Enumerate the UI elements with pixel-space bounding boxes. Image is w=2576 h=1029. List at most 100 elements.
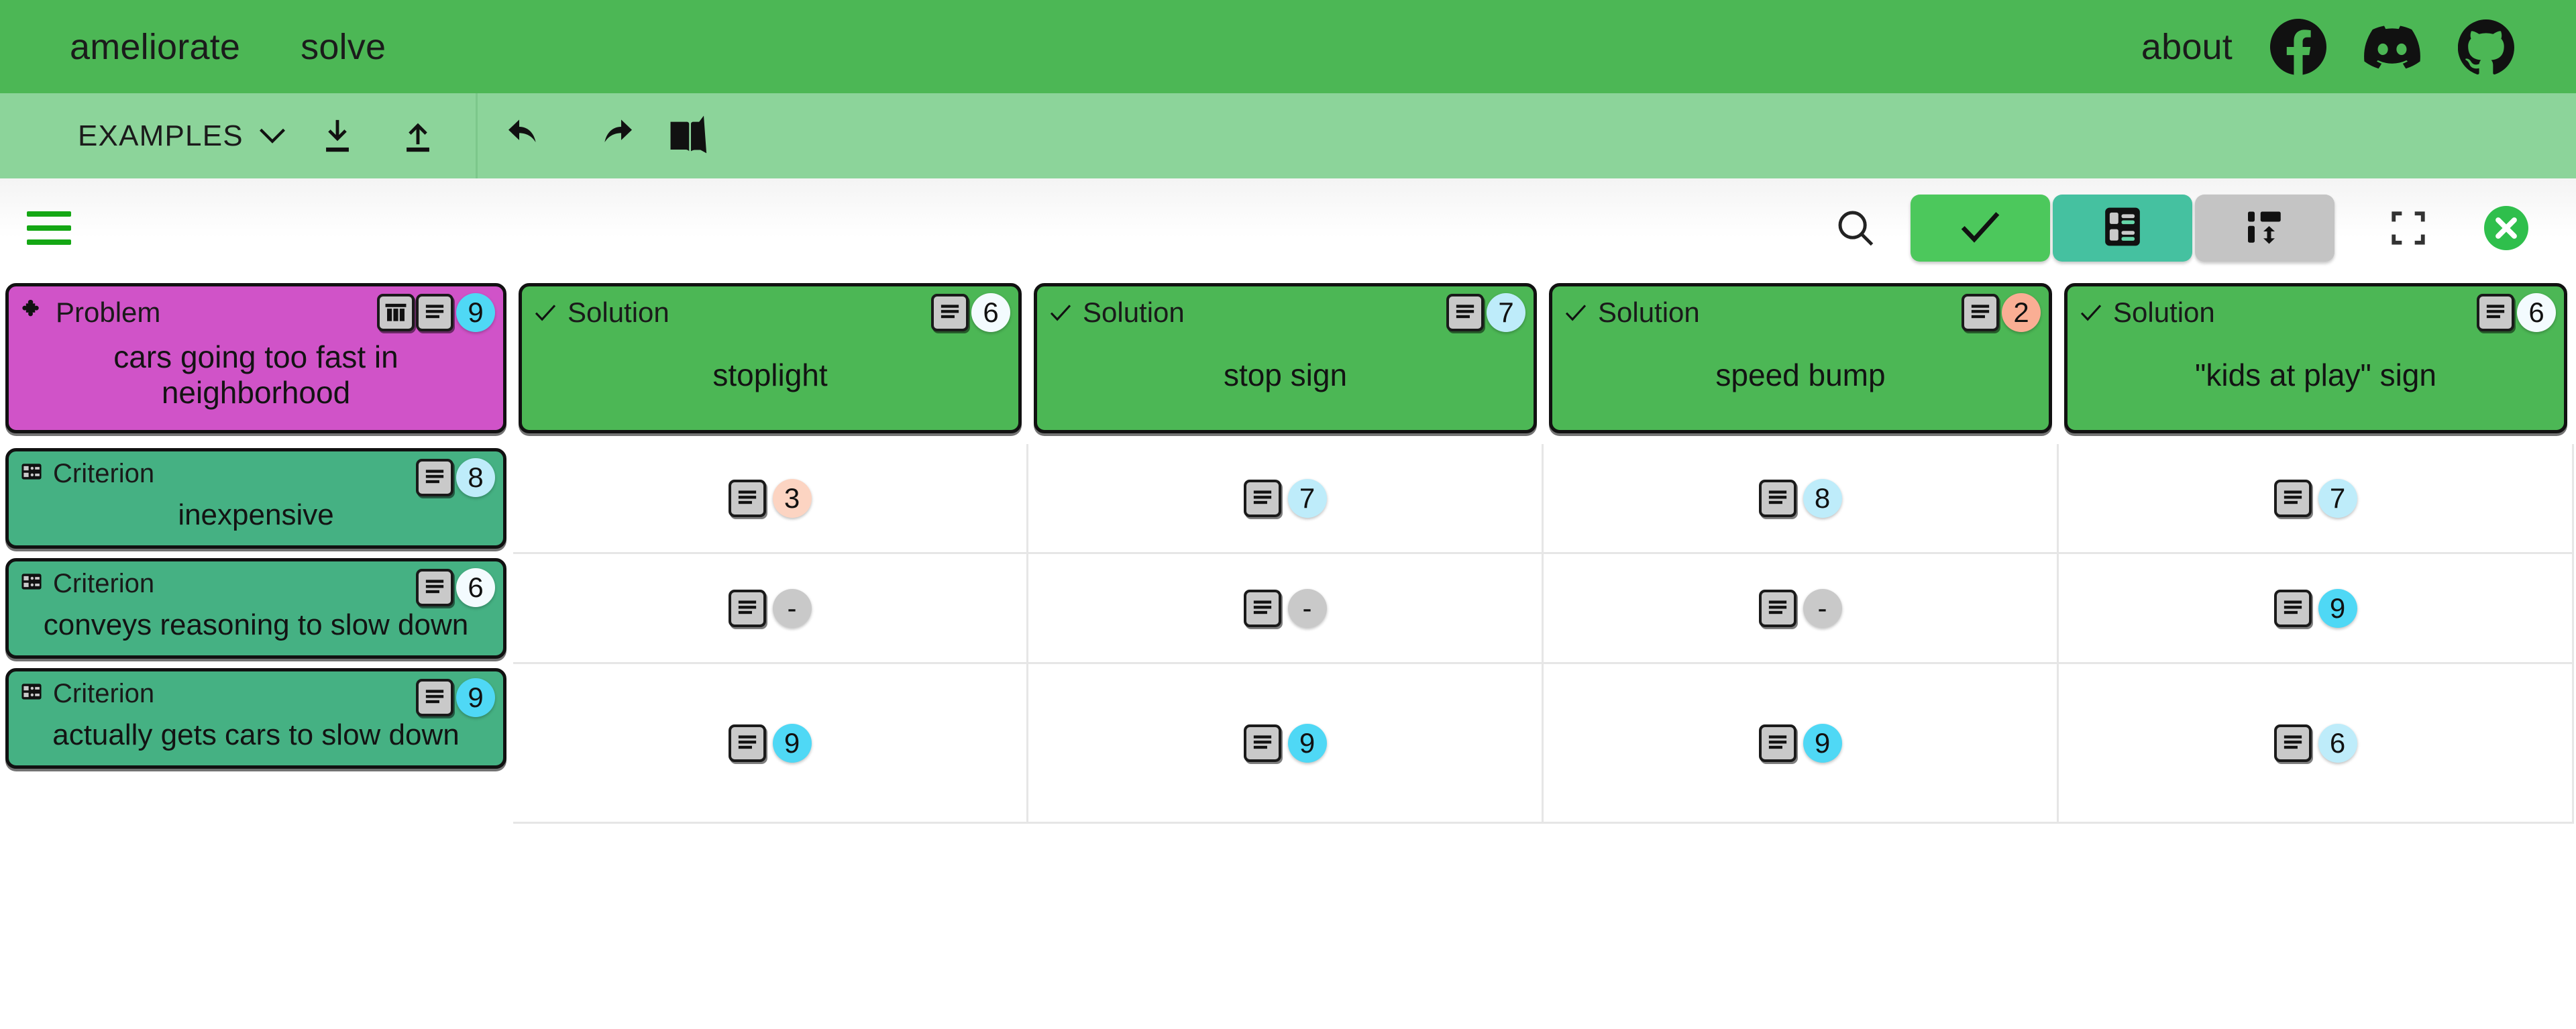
details-list-icon[interactable] [2273,589,2312,627]
solution-card[interactable]: Solution speed bump 2 [1549,283,2052,433]
hamburger-line [27,239,71,245]
search-icon[interactable] [1823,196,1888,260]
github-icon[interactable] [2457,19,2514,75]
score-cell[interactable]: 7 [2059,444,2574,554]
score-badge[interactable]: 9 [2318,588,2357,628]
details-list-icon[interactable] [2477,294,2514,331]
details-list-icon[interactable] [1758,724,1796,762]
nav-link-ameliorate[interactable]: ameliorate [70,26,240,68]
details-list-icon[interactable] [1243,479,1281,517]
details-list-icon[interactable] [1243,724,1281,762]
table-layout-icon [2103,206,2142,251]
criterion-score-badge[interactable]: 8 [456,458,495,497]
discord-icon[interactable] [2364,19,2420,75]
details-list-icon[interactable] [728,724,766,762]
flow-view-toggle[interactable] [2195,195,2334,262]
details-list-icon[interactable] [2273,724,2312,762]
score-cell[interactable]: 9 [1028,664,1544,824]
score-badge[interactable]: 7 [1287,478,1327,518]
criterion-card-actions: 6 [416,568,495,607]
undo-icon[interactable] [490,103,570,170]
fullscreen-icon[interactable] [2375,195,2442,262]
check-icon [1960,208,2001,249]
details-list-icon[interactable] [416,679,453,716]
criterion-score-badge[interactable]: 6 [456,568,495,607]
score-badge[interactable]: 8 [1803,478,1842,518]
details-list-icon[interactable] [2273,479,2312,517]
details-list-icon[interactable] [931,294,969,331]
chevron-down-icon [258,119,286,153]
solution-card[interactable]: Solution "kids at play" sign 6 [2064,283,2567,433]
nav-link-about[interactable]: about [2141,26,2233,68]
score-cell[interactable]: - [1544,554,2059,664]
upload-icon[interactable] [378,103,458,170]
criterion-score-badge[interactable]: 9 [456,678,495,717]
score-cell[interactable]: - [1028,554,1544,664]
criterion-card[interactable]: Criterion conveys reasoning to slow down… [5,558,506,659]
solution-score-badge[interactable]: 6 [2517,293,2556,332]
details-list-icon[interactable] [1446,294,1484,331]
details-list-icon[interactable] [1758,589,1796,627]
table-view-toggle[interactable] [2053,195,2192,262]
facebook-icon[interactable] [2270,18,2326,75]
details-list-icon[interactable] [416,569,453,606]
score-badge[interactable]: 3 [772,478,812,518]
checkmark-toggle[interactable] [1911,195,2050,262]
table-columns-icon[interactable] [377,294,415,331]
hamburger-menu-icon[interactable] [20,199,78,257]
criterion-type-label: Criterion [53,568,155,598]
score-cell[interactable]: 8 [1544,444,2059,554]
score-cell[interactable]: 9 [2059,554,2574,664]
score-cell[interactable]: 7 [1028,444,1544,554]
score-badge[interactable]: 9 [1803,723,1842,763]
score-badge[interactable]: - [1803,588,1842,628]
download-icon[interactable] [297,103,378,170]
puzzle-piece-icon [21,296,45,329]
score-cell-content: 7 [2273,478,2357,518]
solution-score-badge[interactable]: 7 [1487,293,1525,332]
problem-card[interactable]: Problem cars going too fast in neighborh… [5,283,506,433]
solution-card[interactable]: Solution stop sign 7 [1034,283,1537,433]
details-list-icon[interactable] [728,479,766,517]
criterion-grid-icon [21,569,42,599]
score-badge[interactable]: 6 [2318,723,2357,763]
score-badge[interactable]: - [1287,588,1327,628]
score-badge[interactable]: 9 [772,723,812,763]
details-list-icon[interactable] [1758,479,1796,517]
view-control-actions [1823,195,2540,262]
score-badge[interactable]: - [772,588,812,628]
solution-score-badge[interactable]: 2 [2002,293,2041,332]
solution-header-cell: Solution stop sign 7 [1028,278,1544,444]
solution-score-badge[interactable]: 6 [971,293,1010,332]
criterion-card[interactable]: Criterion inexpensive 8 [5,448,506,549]
details-list-icon[interactable] [1243,589,1281,627]
score-cell[interactable]: 3 [513,444,1028,554]
details-list-icon[interactable] [416,459,453,496]
solution-card[interactable]: Solution stoplight 6 [519,283,1022,433]
nav-right-group: about [2141,18,2576,75]
score-cell-content: 7 [1243,478,1327,518]
criterion-card[interactable]: Criterion actually gets cars to slow dow… [5,668,506,769]
editor-toolbar: EXAMPLES [0,93,2576,178]
toolbar-divider [475,93,478,178]
details-list-icon[interactable] [728,589,766,627]
tutorial-book-icon[interactable] [651,103,731,170]
details-list-icon[interactable] [416,294,453,331]
redo-icon[interactable] [570,103,651,170]
score-cell[interactable]: 9 [513,664,1028,824]
examples-dropdown[interactable]: EXAMPLES [67,113,297,160]
problem-score-badge[interactable]: 9 [456,293,495,332]
solution-type-label: Solution [2113,296,2215,328]
score-cell-content: 9 [728,723,812,763]
solution-card-actions: 6 [2477,293,2556,332]
nav-link-solve[interactable]: solve [301,26,386,68]
view-mode-segmented-control [1911,195,2334,262]
score-cell[interactable]: 6 [2059,664,2574,824]
details-list-icon[interactable] [1962,294,1999,331]
close-circle-icon[interactable] [2473,195,2540,262]
score-cell-content: 8 [1758,478,1842,518]
score-badge[interactable]: 7 [2318,478,2357,518]
score-cell[interactable]: 9 [1544,664,2059,824]
score-badge[interactable]: 9 [1287,723,1327,763]
score-cell[interactable]: - [513,554,1028,664]
